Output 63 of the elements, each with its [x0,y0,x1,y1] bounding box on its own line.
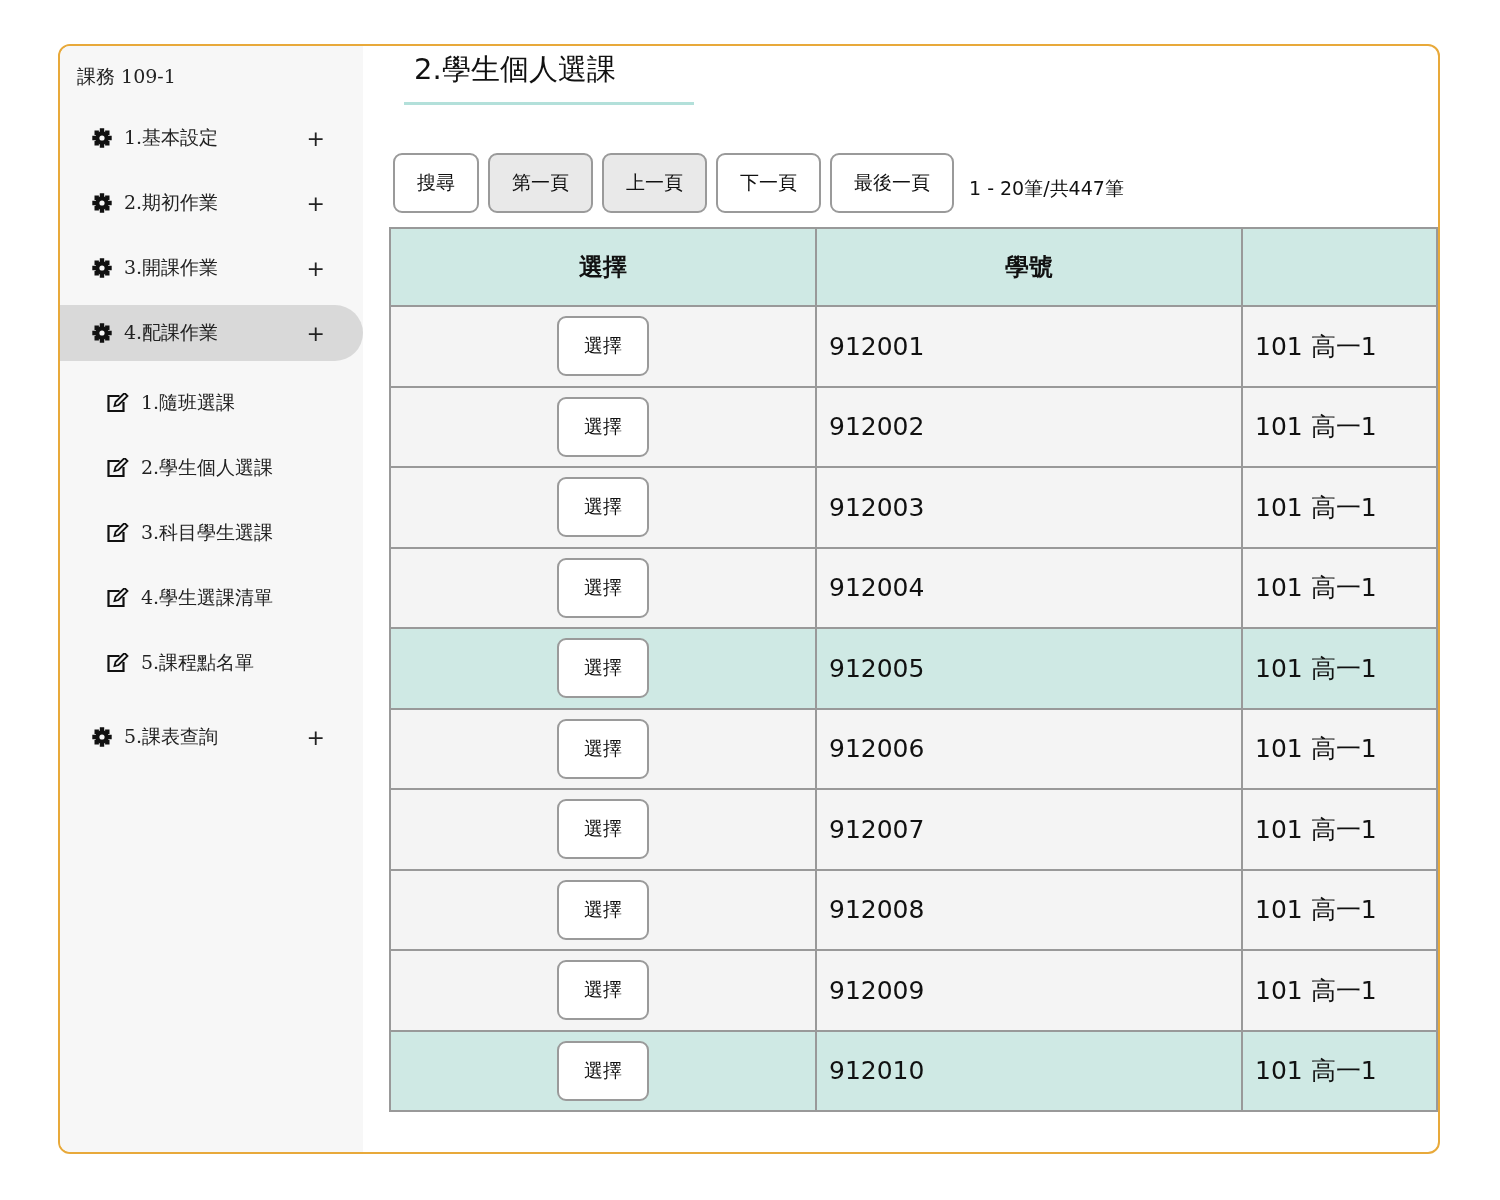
table-cell: 912008 [817,870,1243,949]
expand-icon[interactable]: + [306,255,325,281]
gear-icon [92,128,112,148]
table-cell: 101 高一1 [1243,548,1438,627]
page-title: 2.學生個人選課 [404,50,694,105]
select-button[interactable]: 選擇 [557,1040,649,1101]
edit-icon [106,587,129,608]
record-count: 1 - 20筆/共447筆 [969,176,1124,201]
submenu-item[interactable]: 1.隨班選課 [60,370,363,435]
table-cell: 101 高一1 [1243,1031,1438,1110]
gear-icon [92,193,112,213]
table-cell: 912006 [817,709,1243,788]
toolbar-button[interactable]: 最後一頁 [830,153,954,213]
table-cell: 912003 [817,468,1243,547]
gear-icon [92,258,112,278]
table-cell: 101 高一1 [1243,790,1438,869]
table-cell: 912001 [817,307,1243,386]
table-cell: 101 高一1 [1243,951,1438,1030]
sidebar-item[interactable]: 2.期初作業 + [60,175,363,231]
select-button[interactable]: 選擇 [557,960,649,1021]
sidebar-item[interactable]: 5.課表查詢 + [60,709,363,765]
table-cell: 912009 [817,951,1243,1030]
submenu-item[interactable]: 2.學生個人選課 [60,435,363,500]
expand-icon[interactable]: + [306,190,325,216]
table-cell: 101 高一1 [1243,629,1438,708]
table-cell: 912007 [817,790,1243,869]
select-button[interactable]: 選擇 [557,799,649,860]
sidebar-item[interactable]: 1.基本設定 + [60,110,363,166]
table-cell: 912005 [817,629,1243,708]
toolbar-button[interactable]: 搜尋 [393,153,479,213]
toolbar-button[interactable]: 下一頁 [716,153,821,213]
table-cell: 101 高一1 [1243,870,1438,949]
edit-icon [106,522,129,543]
table-cell: 101 高一1 [1243,468,1438,547]
table-cell: 101 高一1 [1243,709,1438,788]
gear-icon [92,323,112,343]
table-cell: 912002 [817,387,1243,466]
select-button[interactable]: 選擇 [557,477,649,538]
table-cell: 912004 [817,548,1243,627]
submenu-item[interactable]: 3.科目學生選課 [60,500,363,565]
sidebar-item[interactable]: 3.開課作業 + [60,240,363,296]
submenu-item[interactable]: 4.學生選課清單 [60,565,363,630]
select-button[interactable]: 選擇 [557,638,649,699]
table-cell: 101 高一1 [1243,307,1438,386]
edit-icon [106,652,129,673]
select-button[interactable]: 選擇 [557,316,649,377]
gear-icon [92,727,112,747]
edit-icon [106,392,129,413]
table-cell: 101 高一1 [1243,387,1438,466]
submenu-item[interactable]: 5.課程點名單 [60,630,363,695]
sidebar-title: 課務 109-1 [76,64,177,89]
edit-icon [106,457,129,478]
column-header: 選擇 [391,229,817,305]
table-cell: 912010 [817,1031,1243,1110]
sidebar-item[interactable]: 4.配課作業 + [60,305,363,361]
select-button[interactable]: 選擇 [557,557,649,618]
column-header: 學號 [817,229,1243,305]
select-button[interactable]: 選擇 [557,879,649,940]
expand-icon[interactable]: + [306,125,325,151]
expand-icon[interactable]: + [306,320,325,346]
select-button[interactable]: 選擇 [557,396,649,457]
select-button[interactable]: 選擇 [557,718,649,779]
expand-icon[interactable]: + [306,724,325,750]
